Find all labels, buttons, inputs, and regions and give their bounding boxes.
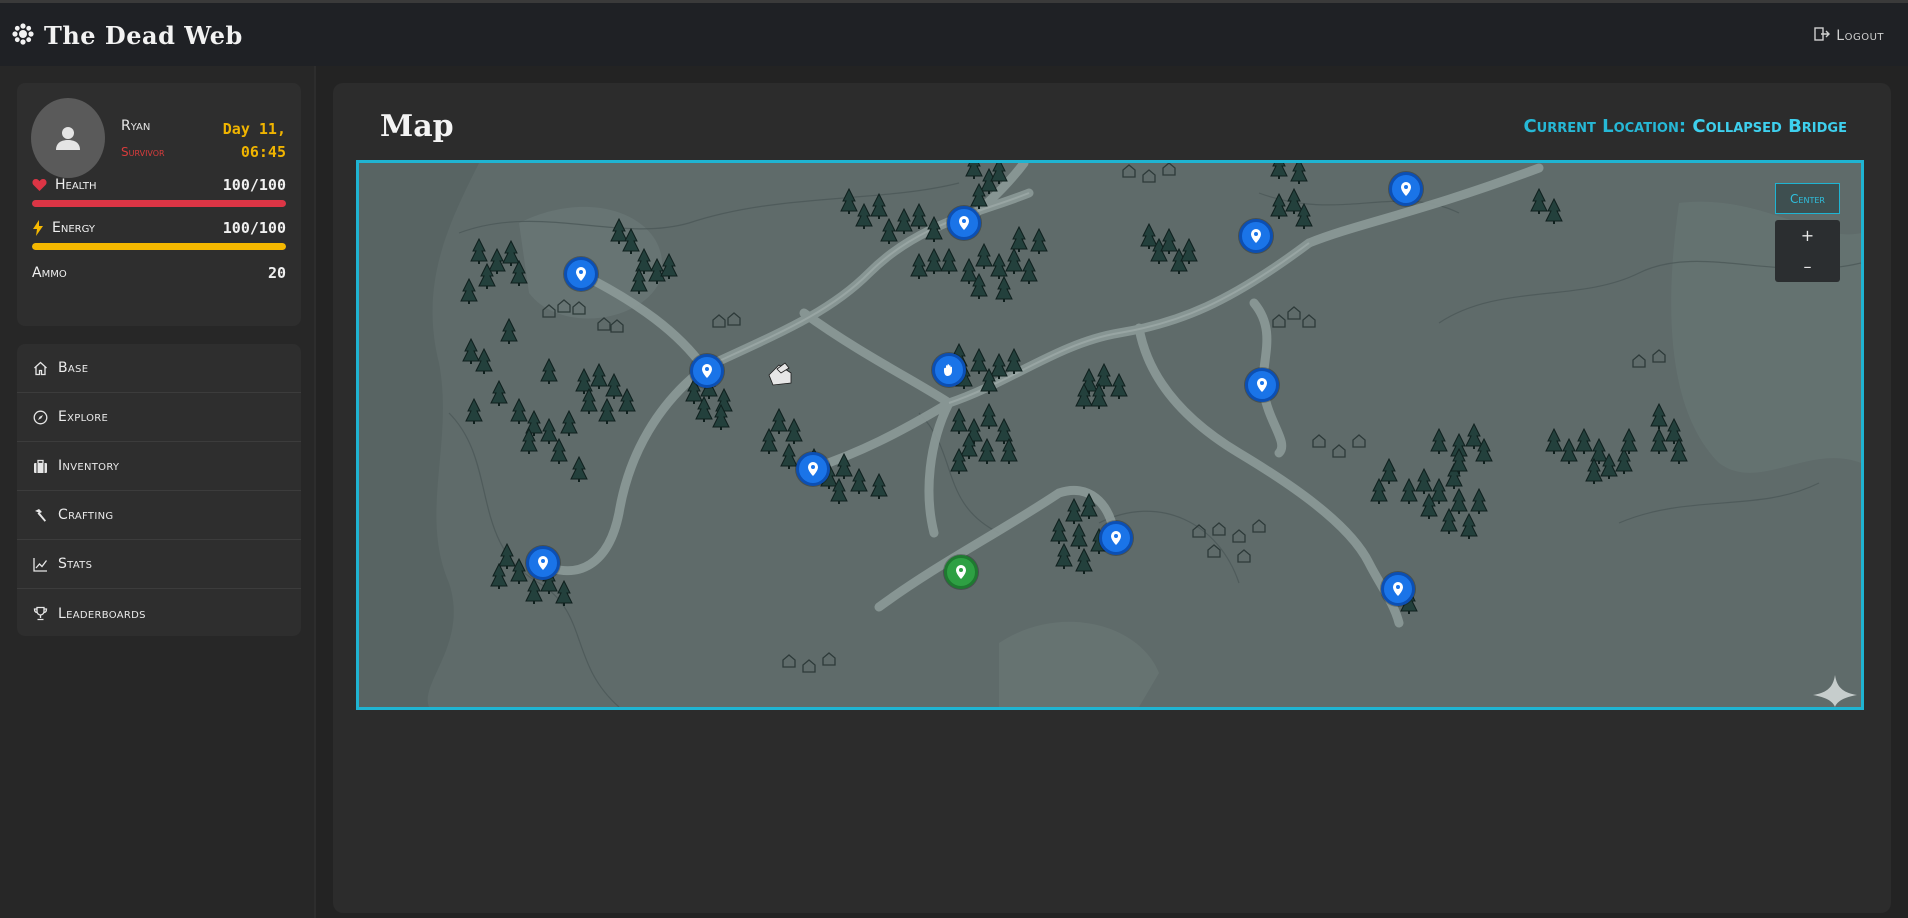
nav-menu: Base Explore Inventory Crafting Stats Le… [17,344,301,636]
map-view[interactable]: Center + – [356,160,1864,710]
map-pin-icon [1257,378,1267,392]
current-location: Current Location: Collapsed Bridge [1523,116,1847,137]
map-marker[interactable] [1381,572,1415,606]
top-bar: The Dead Web Logout [0,0,1908,66]
map-marker[interactable] [690,354,724,388]
logout-icon [1814,27,1831,45]
sidebar: Ryan Survivor Day 11, 06:45 Health 100/1… [0,66,316,918]
nav-item-label: Base [58,360,89,376]
map-marker-current[interactable] [944,555,978,589]
map-pin-icon [1393,582,1403,596]
location-label: Current Location: [1523,116,1687,137]
nav-item-label: Explore [58,409,109,425]
sparkle-icon [1813,675,1857,707]
map-marker[interactable] [526,546,560,580]
nav-item-inventory[interactable]: Inventory [17,442,301,491]
map-pin-icon [956,565,966,579]
map-marker[interactable] [1245,368,1279,402]
nav-item-explore[interactable]: Explore [17,393,301,442]
map-pin-icon [538,556,548,570]
chart-line-icon [33,557,48,572]
user-name: Ryan [121,118,151,134]
map-marker[interactable] [1389,172,1423,206]
health-row: Health 100/100 [32,176,286,194]
map-pin-icon [808,462,818,476]
user-icon [56,127,80,150]
health-value: 100/100 [222,176,286,194]
time-label: 06:45 [240,143,286,161]
map-marker[interactable] [1099,521,1133,555]
game-clock: Day 11, 06:45 [223,118,286,164]
avatar [31,98,105,178]
nav-item-base[interactable]: Base [17,344,301,393]
hand-icon [944,364,952,376]
ammo-row: Ammo 20 [32,264,286,282]
nav-item-crafting[interactable]: Crafting [17,491,301,540]
map-pin-icon [1251,229,1261,243]
home-icon [34,361,47,375]
map-marker[interactable] [796,452,830,486]
map-terrain [359,163,1861,707]
map-marker[interactable] [564,257,598,291]
lightning-icon [33,220,43,236]
zoom-out-button[interactable]: – [1775,251,1840,282]
nav-item-label: Crafting [58,507,114,523]
map-marker[interactable] [1239,219,1273,253]
nav-item-label: Inventory [58,458,120,474]
logout-label: Logout [1836,28,1884,44]
zoom-controls: + – [1775,220,1840,282]
briefcase-icon [34,459,47,473]
hammer-icon [35,508,46,522]
map-controls: Center + – [1775,183,1840,282]
biohazard-icon [12,22,34,49]
ammo-label: Ammo [32,265,67,281]
main-panel: Map Current Location: Collapsed Bridge C… [333,83,1891,913]
map-pin-icon [702,364,712,378]
energy-bar [32,243,286,250]
health-bar [32,200,286,207]
nav-item-stats[interactable]: Stats [17,540,301,589]
profile-card: Ryan Survivor Day 11, 06:45 Health 100/1… [17,83,301,326]
nav-item-label: Leaderboards [58,605,146,622]
health-bar-fill [32,200,286,207]
map-pin-icon [1111,531,1121,545]
app-title: The Dead Web [44,21,243,50]
compass-icon [33,410,48,424]
nav-item-leaderboards[interactable]: Leaderboards [17,589,301,636]
user-role: Survivor [121,145,165,159]
day-label: Day 11, [222,120,286,138]
map-pin-icon [959,216,969,230]
energy-row: Energy 100/100 [32,219,286,237]
energy-value: 100/100 [222,219,286,237]
nav-item-label: Stats [58,556,93,572]
logout-button[interactable]: Logout [1814,27,1884,45]
map-pin-icon [576,267,586,281]
page-title: Map [380,109,454,144]
energy-label: Energy [52,220,95,236]
location-value: Collapsed Bridge [1692,116,1847,137]
zoom-in-button[interactable]: + [1775,220,1840,251]
ammo-value: 20 [267,264,286,282]
map-marker[interactable] [947,206,981,240]
health-label: Health [55,177,97,193]
trophy-icon [33,606,48,621]
brand[interactable]: The Dead Web [12,21,243,50]
center-button[interactable]: Center [1775,183,1840,214]
energy-bar-fill [32,243,286,250]
map-marker-base[interactable] [932,353,966,387]
map-pin-icon [1401,182,1411,196]
heart-icon [32,179,47,191]
